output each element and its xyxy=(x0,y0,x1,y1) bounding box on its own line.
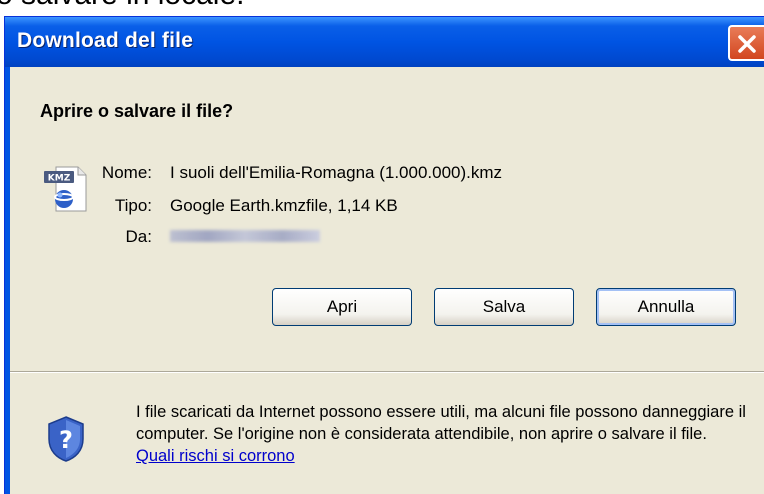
svg-text:?: ? xyxy=(59,426,73,454)
dialog-question: Aprire o salvare il file? xyxy=(40,101,234,121)
close-button[interactable] xyxy=(728,25,764,61)
background-page-text: o salvare in locale. xyxy=(0,0,244,12)
type-label: Tipo: xyxy=(114,196,152,215)
title-bar[interactable]: Download del file xyxy=(5,17,764,67)
file-name-value: I suoli dell'Emilia-Romagna (1.000.000).… xyxy=(170,163,503,182)
source-address-redacted xyxy=(170,230,320,242)
risks-link[interactable]: Quali rischi si corrono xyxy=(136,447,295,465)
security-warning: I file scaricati da Internet possono ess… xyxy=(136,401,746,467)
dialog-title: Download del file xyxy=(17,29,194,52)
dialog-content: Aprire o salvare il file? KMZ Nome: I su… xyxy=(10,67,764,494)
close-icon xyxy=(738,35,756,53)
svg-text:KMZ: KMZ xyxy=(48,174,71,184)
download-dialog: Download del file Aprire o salvare il fi… xyxy=(4,16,764,494)
from-label: Da: xyxy=(125,227,152,246)
security-shield-icon: ? xyxy=(48,416,84,462)
file-type-value: Google Earth.kmzfile, 1,14 KB xyxy=(170,196,398,215)
separator xyxy=(10,371,764,373)
save-button[interactable]: Salva xyxy=(434,288,574,326)
open-button[interactable]: Apri xyxy=(272,288,412,326)
cancel-button[interactable]: Annulla xyxy=(596,288,736,326)
name-label: Nome: xyxy=(101,163,152,182)
warning-text: I file scaricati da Internet possono ess… xyxy=(136,403,746,443)
